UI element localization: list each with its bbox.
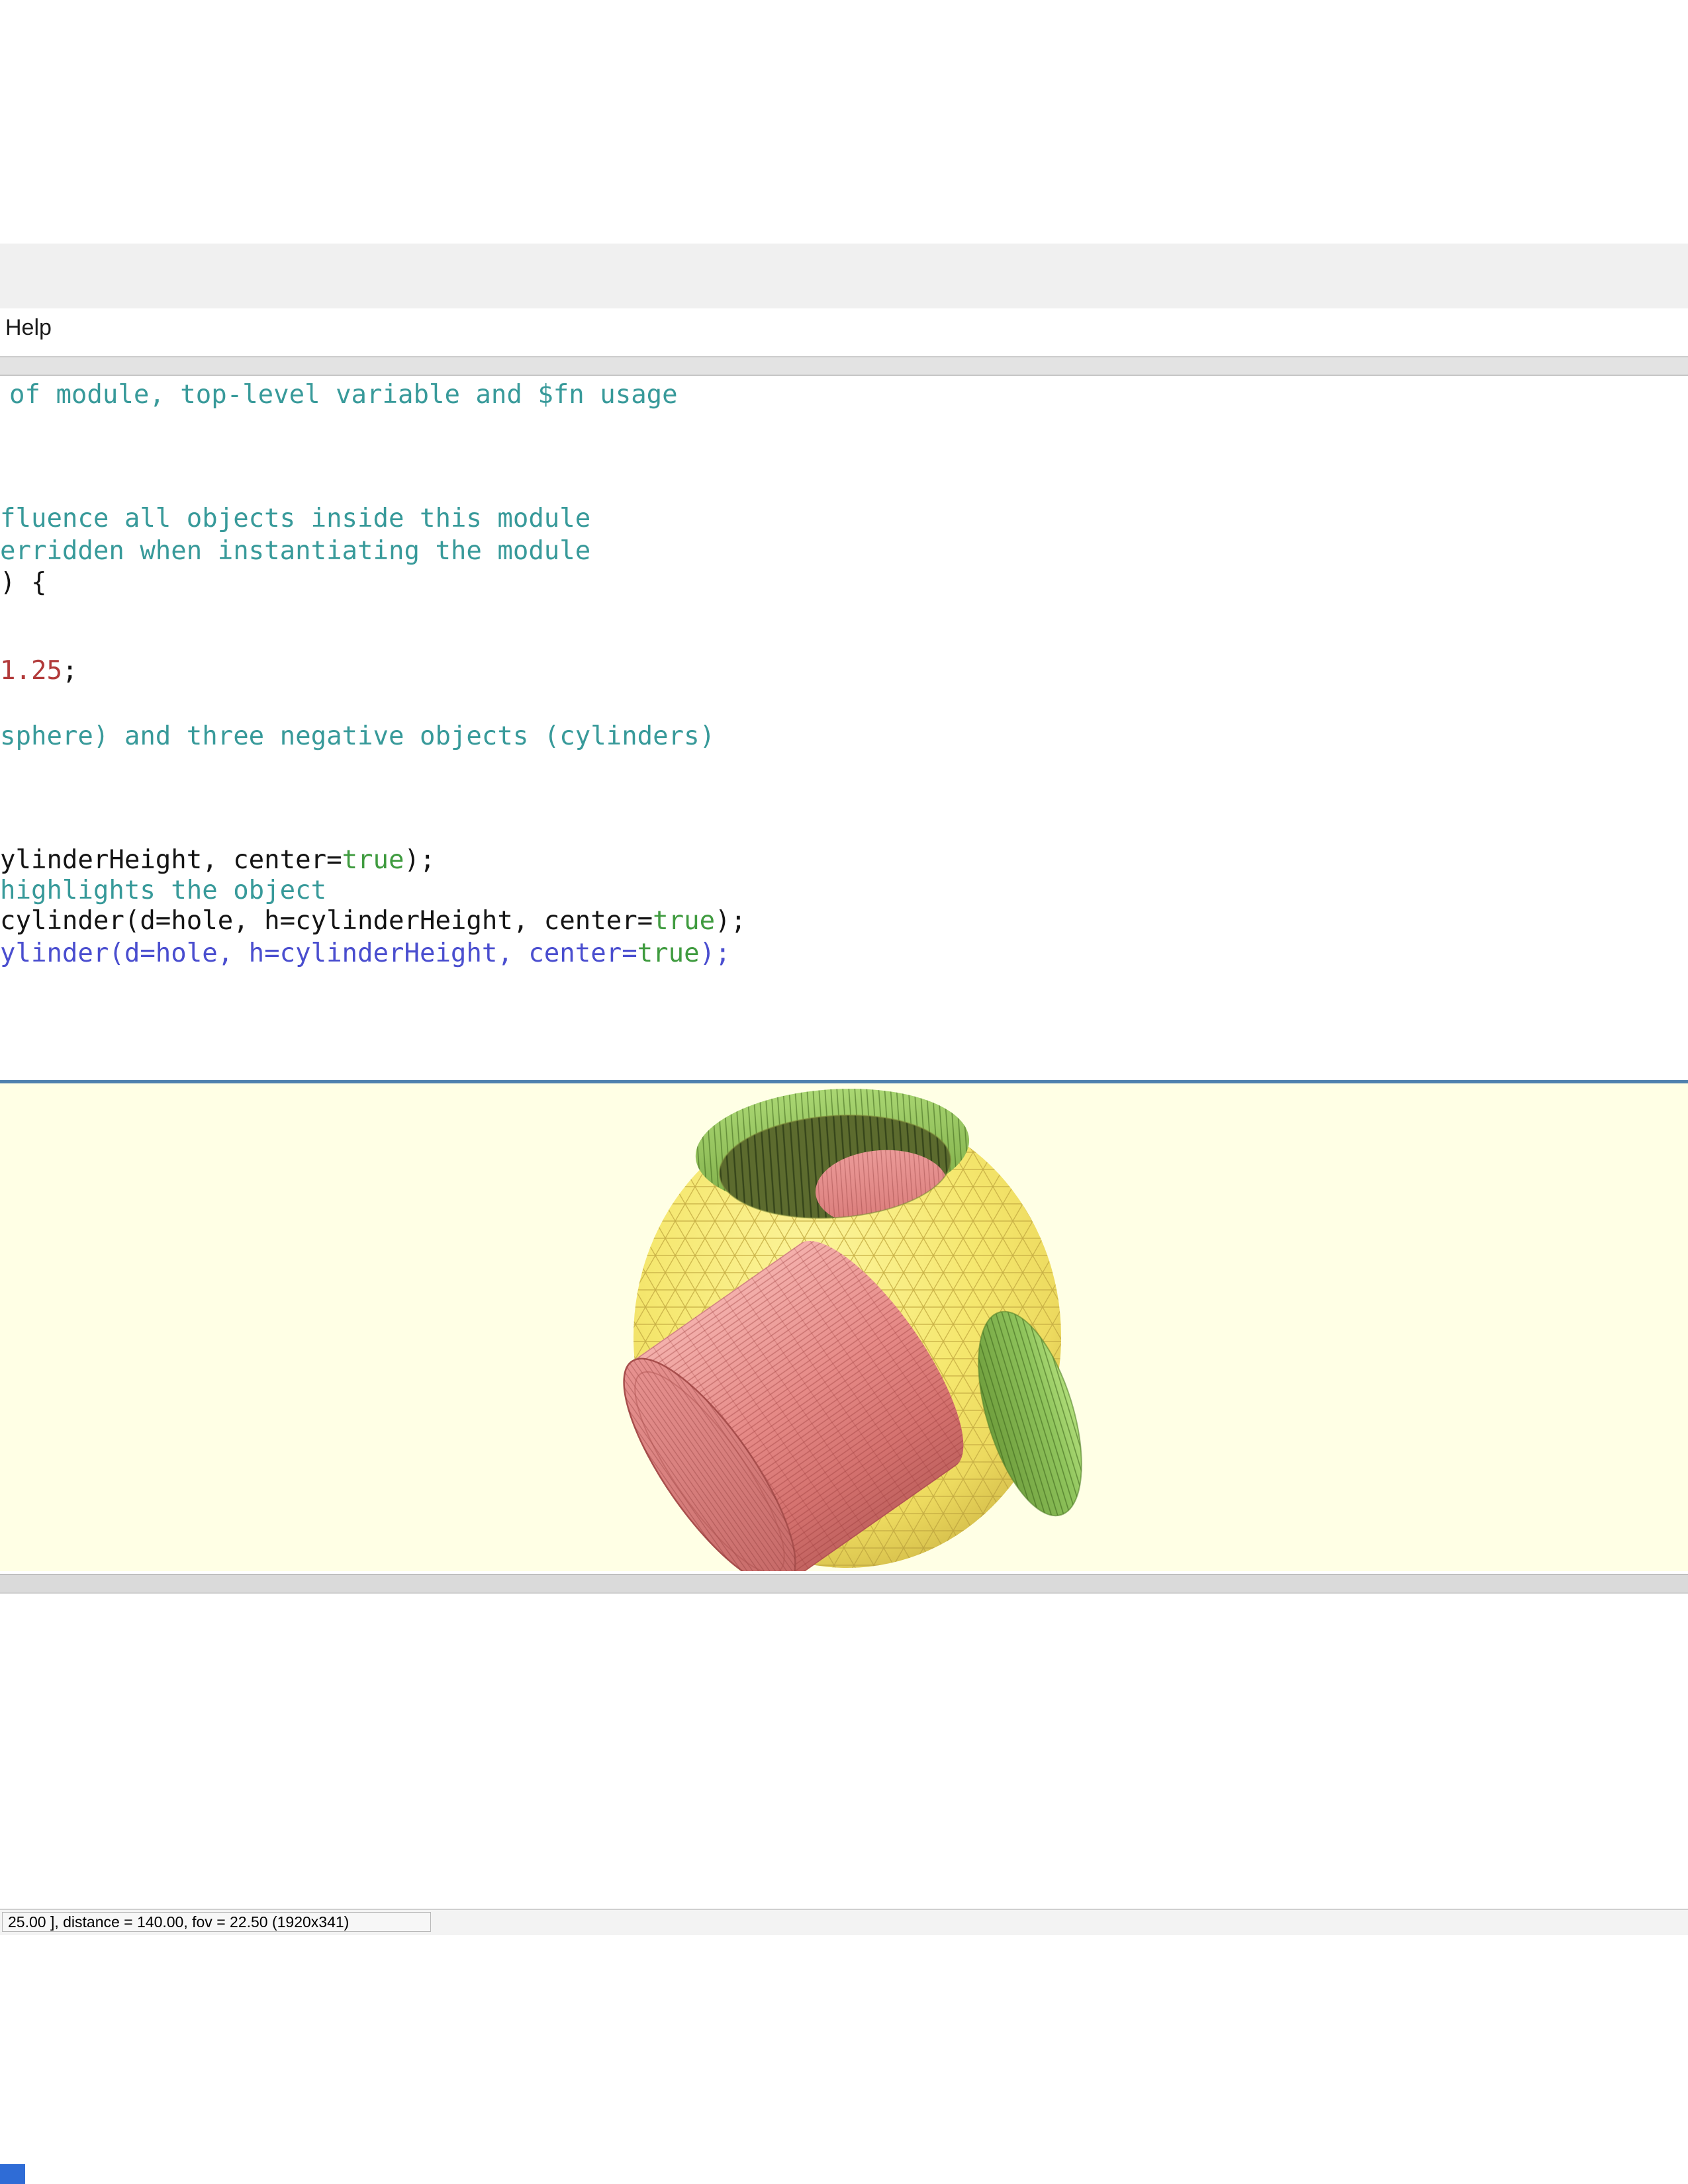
status-bar: 25.00 ], distance = 140.00, fov = 22.50 … <box>0 1909 1688 1935</box>
code-line: erridden when instantiating the module <box>0 535 590 567</box>
code-segment: fluence all objects inside this module <box>0 504 591 533</box>
code-editor[interactable]: of module, top-level variable and $fn us… <box>0 376 1688 1080</box>
code-segment: cylinder(d=hole, h=cylinderHeight, cente… <box>0 906 653 936</box>
code-segment: 1.25 <box>0 656 62 686</box>
taskbar-icon-partial[interactable] <box>0 2164 25 2184</box>
code-segment: ) { <box>0 568 47 598</box>
code-line: ylinder(d=hole, h=cylinderHeight, center… <box>0 938 731 970</box>
code-segment: of module, top-level variable and $fn us… <box>9 380 678 410</box>
console-area <box>0 1594 1688 1909</box>
code-segment: erridden when instantiating the module <box>0 536 591 566</box>
code-line: highlights the object <box>0 875 326 907</box>
menubar: Help <box>0 308 1688 347</box>
code-segment: true <box>342 845 404 875</box>
code-segment: true <box>637 938 700 968</box>
code-segment: ylinderHeight, center= <box>0 845 342 875</box>
code-segment: ylinder(d=hole, h=cylinderHeight, center… <box>0 938 637 968</box>
code-line: ylinderHeight, center=true); <box>0 844 435 876</box>
titlebar <box>0 244 1688 308</box>
code-segment: ; <box>62 656 78 686</box>
code-segment: sphere) and three negative objects (cyli… <box>0 721 716 751</box>
toolbar <box>0 356 1688 376</box>
code-line: of module, top-level variable and $fn us… <box>9 379 678 411</box>
menu-help[interactable]: Help <box>1 308 56 347</box>
viewport-3d[interactable] <box>0 1083 1688 1571</box>
code-segment: ); <box>715 906 747 936</box>
code-line: sphere) and three negative objects (cyli… <box>0 721 715 752</box>
code-line: fluence all objects inside this module <box>0 503 590 535</box>
csg-render <box>623 1089 1082 1571</box>
code-segment: ); <box>699 938 731 968</box>
code-segment: highlights the object <box>0 876 327 905</box>
camera-status-text: 25.00 ], distance = 140.00, fov = 22.50 … <box>2 1912 431 1932</box>
code-line: 1.25; <box>0 655 77 687</box>
code-line: cylinder(d=hole, h=cylinderHeight, cente… <box>0 905 746 937</box>
code-segment: ); <box>404 845 436 875</box>
code-line: ) { <box>0 567 46 599</box>
code-segment: true <box>653 906 716 936</box>
viewport-scroll-strip[interactable] <box>0 1574 1688 1594</box>
